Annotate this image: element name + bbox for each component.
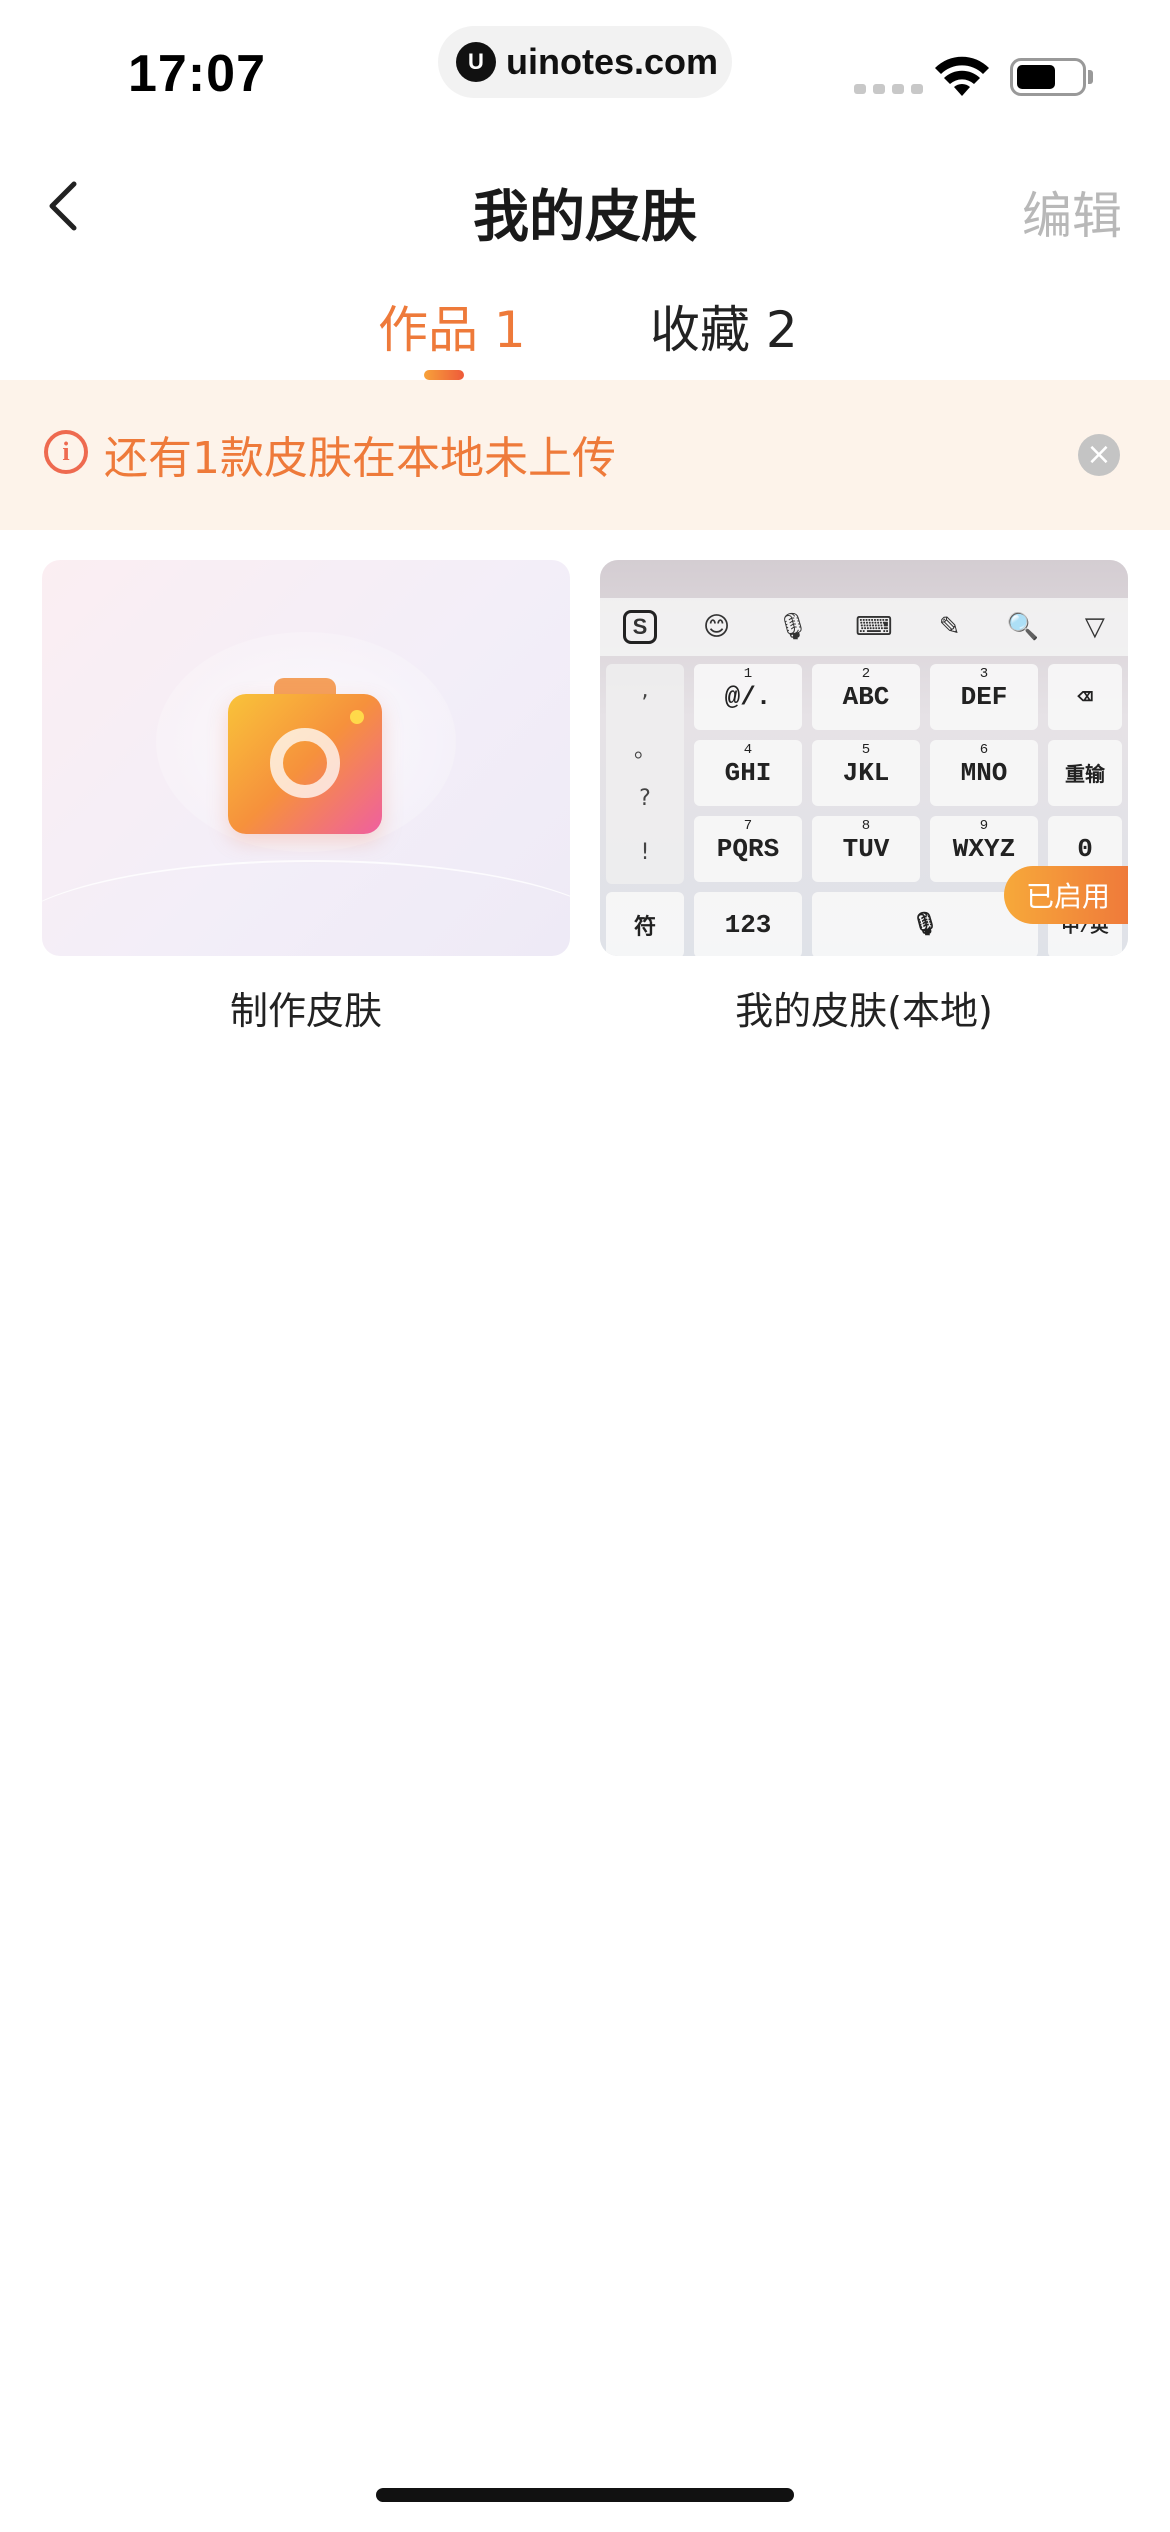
battery-tip (1088, 70, 1093, 84)
keyboard-preview-toolbar: S 😊 🎙 ⌨ ✎ 🔍 ▽ (600, 598, 1128, 656)
home-indicator[interactable] (376, 2488, 794, 2502)
keyboard-key: 符 (606, 892, 684, 956)
keyboard-key: 8 TUV (812, 816, 920, 882)
make-skin-label: 制作皮肤 (229, 989, 382, 1033)
tab-bar: 作品 1 收藏 2 (0, 290, 1170, 380)
status-bar: 17:07 U uinotes.com (0, 0, 1170, 140)
keyboard-key: 5 JKL (812, 740, 920, 806)
nav-bar: 我的皮肤 编辑 (0, 150, 1170, 260)
url-text: uinotes.com (506, 41, 719, 82)
site-logo-icon: U (456, 42, 496, 82)
collapse-icon: ▽ (1084, 612, 1105, 642)
local-skin-label: 我的皮肤(本地) (735, 989, 993, 1033)
keyboard-key: 重输 (1048, 740, 1122, 806)
info-icon: i (44, 430, 88, 474)
status-time: 17:07 (128, 45, 266, 103)
keyboard-key: 3 DEF (930, 664, 1038, 730)
tab-active-indicator (424, 370, 464, 380)
punct-key: ? (639, 786, 651, 811)
enabled-badge: 已启用 (1003, 866, 1128, 924)
keyboard-key: 2 ABC (812, 664, 920, 730)
sogou-logo-icon: S (623, 610, 657, 644)
page-title: 我的皮肤 (473, 185, 697, 250)
search-icon: 🔍 (1006, 612, 1039, 642)
edit-button[interactable]: 编辑 (1022, 176, 1122, 248)
keyboard-key: ⌫ (1048, 664, 1122, 730)
tab-works[interactable]: 作品 1 (378, 290, 526, 362)
cellular-signal-icon (854, 84, 923, 94)
punct-key: ! (640, 840, 650, 865)
keyboard-key: 4 GHI (694, 740, 802, 806)
tab-favorites[interactable]: 收藏 2 (650, 290, 798, 362)
punct-key: 。 (633, 738, 656, 763)
local-skin-card[interactable]: S 😊 🎙 ⌨ ✎ 🔍 ▽ , 。 ? ! 1 @/. 2 ABC 3 DEF ⌫ 4… (600, 560, 1128, 956)
keyboard-key: 6 MNO (930, 740, 1038, 806)
keyboard-key: 123 (694, 892, 802, 956)
wifi-icon (935, 56, 989, 96)
microphone-icon: 🎙 (776, 612, 810, 642)
close-icon[interactable]: × (1078, 434, 1120, 476)
make-skin-card[interactable] (42, 560, 570, 956)
emoji-icon: 😊 (703, 612, 731, 642)
keyboard-punctuation-column: , 。 ? ! (606, 664, 684, 884)
url-pill[interactable]: U uinotes.com (438, 26, 732, 98)
upload-notice-banner: i 还有1款皮肤在本地未上传 × (0, 380, 1170, 530)
handwriting-icon: ✎ (938, 612, 961, 642)
keyboard-key: 1 @/. (694, 664, 802, 730)
punct-key: , (641, 678, 649, 703)
keyboard-icon: ⌨ (855, 612, 893, 642)
battery-icon (1010, 58, 1086, 96)
keyboard-key: 7 PQRS (694, 816, 802, 882)
card-wave (42, 860, 570, 956)
banner-message: 还有1款皮肤在本地未上传 (104, 433, 616, 484)
camera-icon (228, 678, 384, 834)
